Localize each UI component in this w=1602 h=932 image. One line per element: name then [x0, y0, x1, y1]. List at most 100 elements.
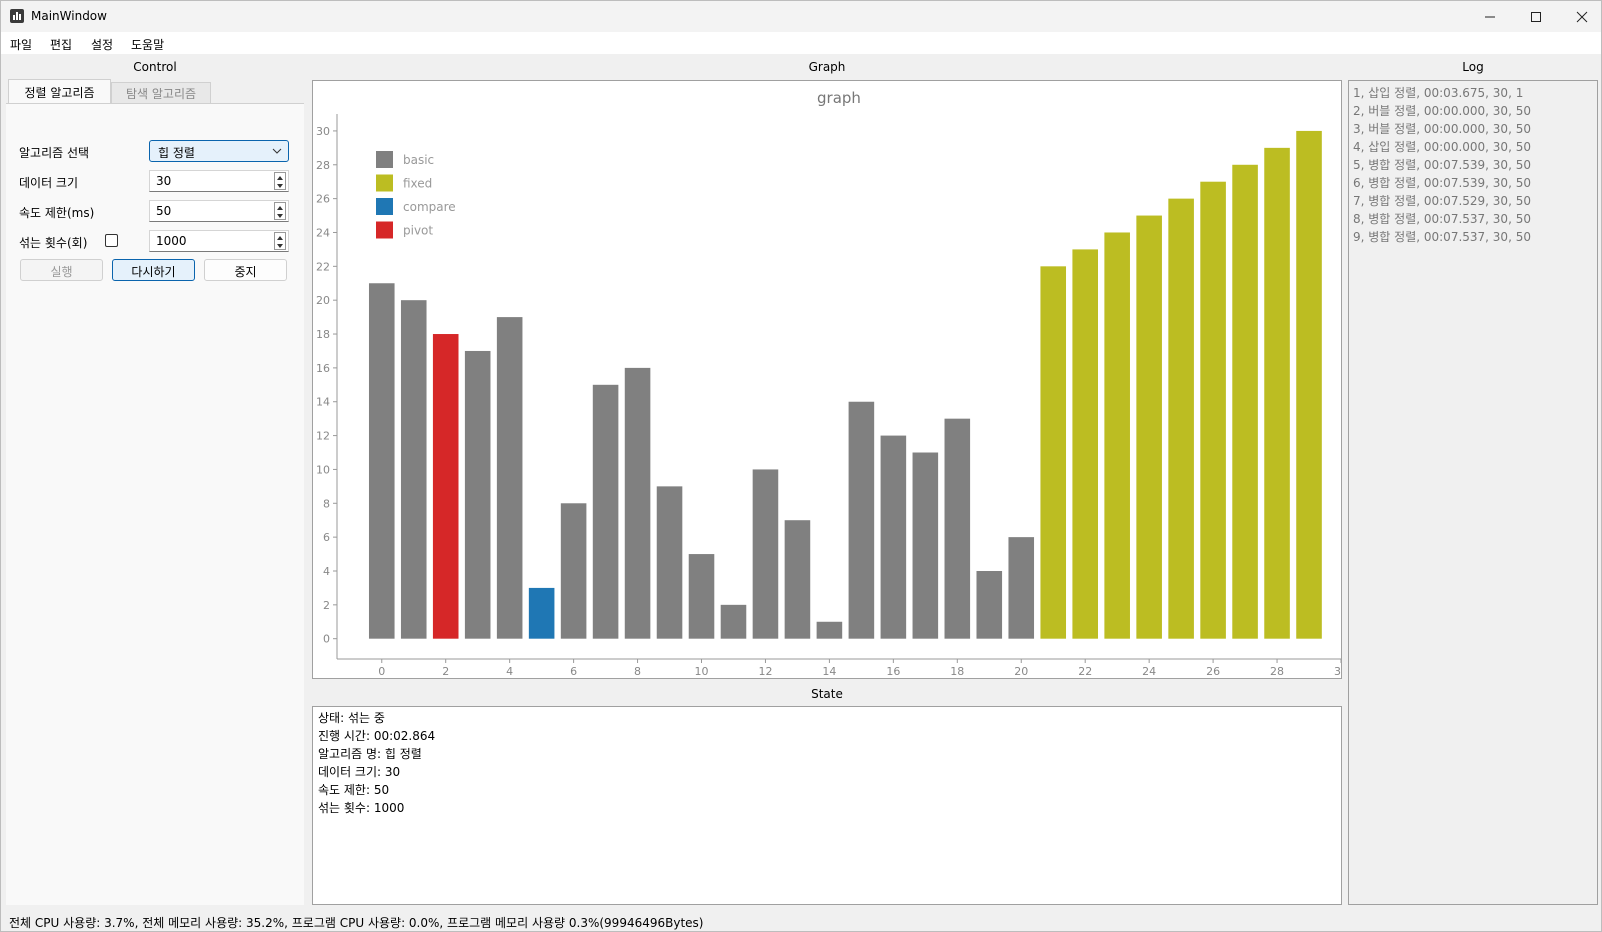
log-dock-title: Log [1462, 60, 1484, 74]
bar-fixed [1232, 164, 1258, 639]
state-panel: 상태: 섞는 중 진행 시간: 00:02.864 알고리즘 명: 힙 정렬 데… [312, 706, 1342, 905]
bar-pivot [432, 334, 459, 639]
control-panel: 정렬 알고리즘 탐색 알고리즘 알고리즘 선택 힙 정렬 데이터 크기 30 속… [6, 79, 304, 905]
state-dock-title: State [811, 687, 843, 701]
spin-arrows-icon[interactable] [274, 172, 286, 190]
x-tick-label: 28 [1270, 665, 1284, 678]
state-speed-limit: 속도 제한: 50 [318, 783, 390, 797]
size-label: 데이터 크기 [19, 176, 79, 190]
x-tick-label: 10 [695, 665, 709, 678]
shuffle-count-value: 1000 [156, 234, 187, 248]
speed-label: 속도 제한(ms) [19, 206, 95, 220]
control-dock-title: Control [133, 60, 177, 74]
legend-swatch [376, 198, 393, 215]
bar-fixed [1168, 198, 1194, 639]
bar-fixed [1296, 130, 1322, 639]
bar-basic [624, 367, 651, 639]
bar-basic [944, 418, 971, 639]
y-tick-label: 2 [323, 599, 330, 612]
x-tick-label: 6 [570, 665, 577, 678]
menu-settings[interactable]: 설정 [91, 36, 113, 53]
minimize-icon [1485, 16, 1495, 17]
data-size-spinbox[interactable]: 30 [149, 170, 289, 192]
bar-basic [688, 554, 715, 639]
state-shuffle-count: 섞는 횟수: 1000 [318, 801, 405, 815]
x-tick-label: 2 [442, 665, 449, 678]
bar-fixed [1072, 249, 1098, 639]
bar-basic [752, 469, 779, 639]
x-tick-label: 12 [758, 665, 772, 678]
bar-chart: graph 024681012141618202224262830 024681… [316, 89, 1348, 678]
bar-fixed [1200, 181, 1226, 639]
bar-fixed [1136, 215, 1162, 639]
run-button[interactable]: 실행 [20, 259, 103, 281]
algorithm-select[interactable]: 힙 정렬 [149, 140, 289, 162]
legend-swatch [376, 151, 393, 168]
y-tick-label: 10 [316, 463, 330, 476]
maximize-icon [1531, 11, 1541, 22]
maximize-button[interactable] [1513, 1, 1559, 32]
bar-basic [1008, 537, 1035, 639]
x-tick-label: 20 [1014, 665, 1028, 678]
tab-search-algorithm[interactable]: 탐색 알고리즘 [111, 82, 211, 103]
shuffle-label: 섞는 횟수(회) [19, 236, 88, 250]
bar-compare [528, 587, 555, 639]
shuffle-count-spinbox[interactable]: 1000 [149, 230, 289, 252]
bar-basic [976, 570, 1003, 639]
bar-basic [592, 384, 619, 639]
tab-sort-algorithm[interactable]: 정렬 알고리즘 [8, 79, 111, 103]
stop-button[interactable]: 중지 [204, 259, 287, 281]
y-tick-label: 6 [323, 531, 330, 544]
y-tick-label: 20 [316, 294, 330, 307]
bar-basic [464, 350, 491, 639]
graph-dock-title: Graph [808, 60, 846, 74]
bar-fixed [1040, 266, 1067, 639]
log-panel[interactable]: 1, 삽입 정렬, 00:03.675, 30, 1 2, 버블 정렬, 00:… [1348, 80, 1598, 905]
close-icon [1576, 11, 1588, 22]
y-tick-label: 16 [316, 362, 330, 375]
spin-arrows-icon[interactable] [274, 232, 286, 250]
bar-basic [784, 520, 811, 639]
speed-limit-value: 50 [156, 204, 172, 218]
x-tick-label: 16 [886, 665, 900, 678]
legend-label: fixed [403, 177, 432, 191]
x-tick-label: 26 [1206, 665, 1220, 678]
app-icon [10, 9, 24, 23]
x-tick-label: 30 [1334, 665, 1341, 678]
algo-select-label: 알고리즘 선택 [19, 146, 90, 160]
minimize-button[interactable] [1467, 1, 1513, 32]
retry-button[interactable]: 다시하기 [112, 259, 195, 281]
bar-basic [848, 401, 875, 639]
menu-help[interactable]: 도움말 [131, 36, 164, 53]
main-window: MainWindow 파일 편집 설정 도움말 Control Graph St… [0, 0, 1602, 932]
bar-basic [496, 317, 523, 639]
log-entry: 2, 버블 정렬, 00:00.000, 30, 50 [1353, 104, 1531, 118]
y-tick-label: 18 [316, 328, 330, 341]
menu-edit[interactable]: 편집 [50, 36, 72, 53]
state-data-size: 데이터 크기: 30 [318, 765, 401, 779]
state-elapsed-time: 진행 시간: 00:02.864 [318, 729, 436, 743]
bar-basic [400, 300, 427, 639]
bar-basic [368, 283, 395, 639]
legend-label: pivot [403, 224, 433, 238]
y-tick-label: 14 [316, 396, 330, 409]
log-entry: 9, 병합 정렬, 00:07.537, 30, 50 [1353, 230, 1531, 244]
speed-limit-spinbox[interactable]: 50 [149, 200, 289, 222]
log-entry: 3, 버블 정렬, 00:00.000, 30, 50 [1353, 122, 1531, 136]
bar-basic [720, 604, 747, 639]
chevron-down-icon [272, 148, 282, 154]
bar-basic [560, 503, 587, 639]
y-tick-label: 28 [316, 159, 330, 172]
shuffle-checkbox[interactable] [105, 234, 118, 247]
y-tick-label: 22 [316, 260, 330, 273]
menu-bar: 파일 편집 설정 도움말 [1, 32, 1601, 54]
log-entry: 4, 삽입 정렬, 00:00.000, 30, 50 [1353, 140, 1531, 154]
log-entry: 7, 병합 정렬, 00:07.529, 30, 50 [1353, 194, 1531, 208]
legend-swatch [376, 174, 393, 192]
close-button[interactable] [1559, 1, 1602, 32]
y-tick-label: 24 [316, 226, 330, 239]
title-bar: MainWindow [1, 1, 1601, 32]
menu-file[interactable]: 파일 [10, 36, 32, 53]
spin-arrows-icon[interactable] [274, 202, 286, 220]
window-title: MainWindow [31, 9, 107, 23]
